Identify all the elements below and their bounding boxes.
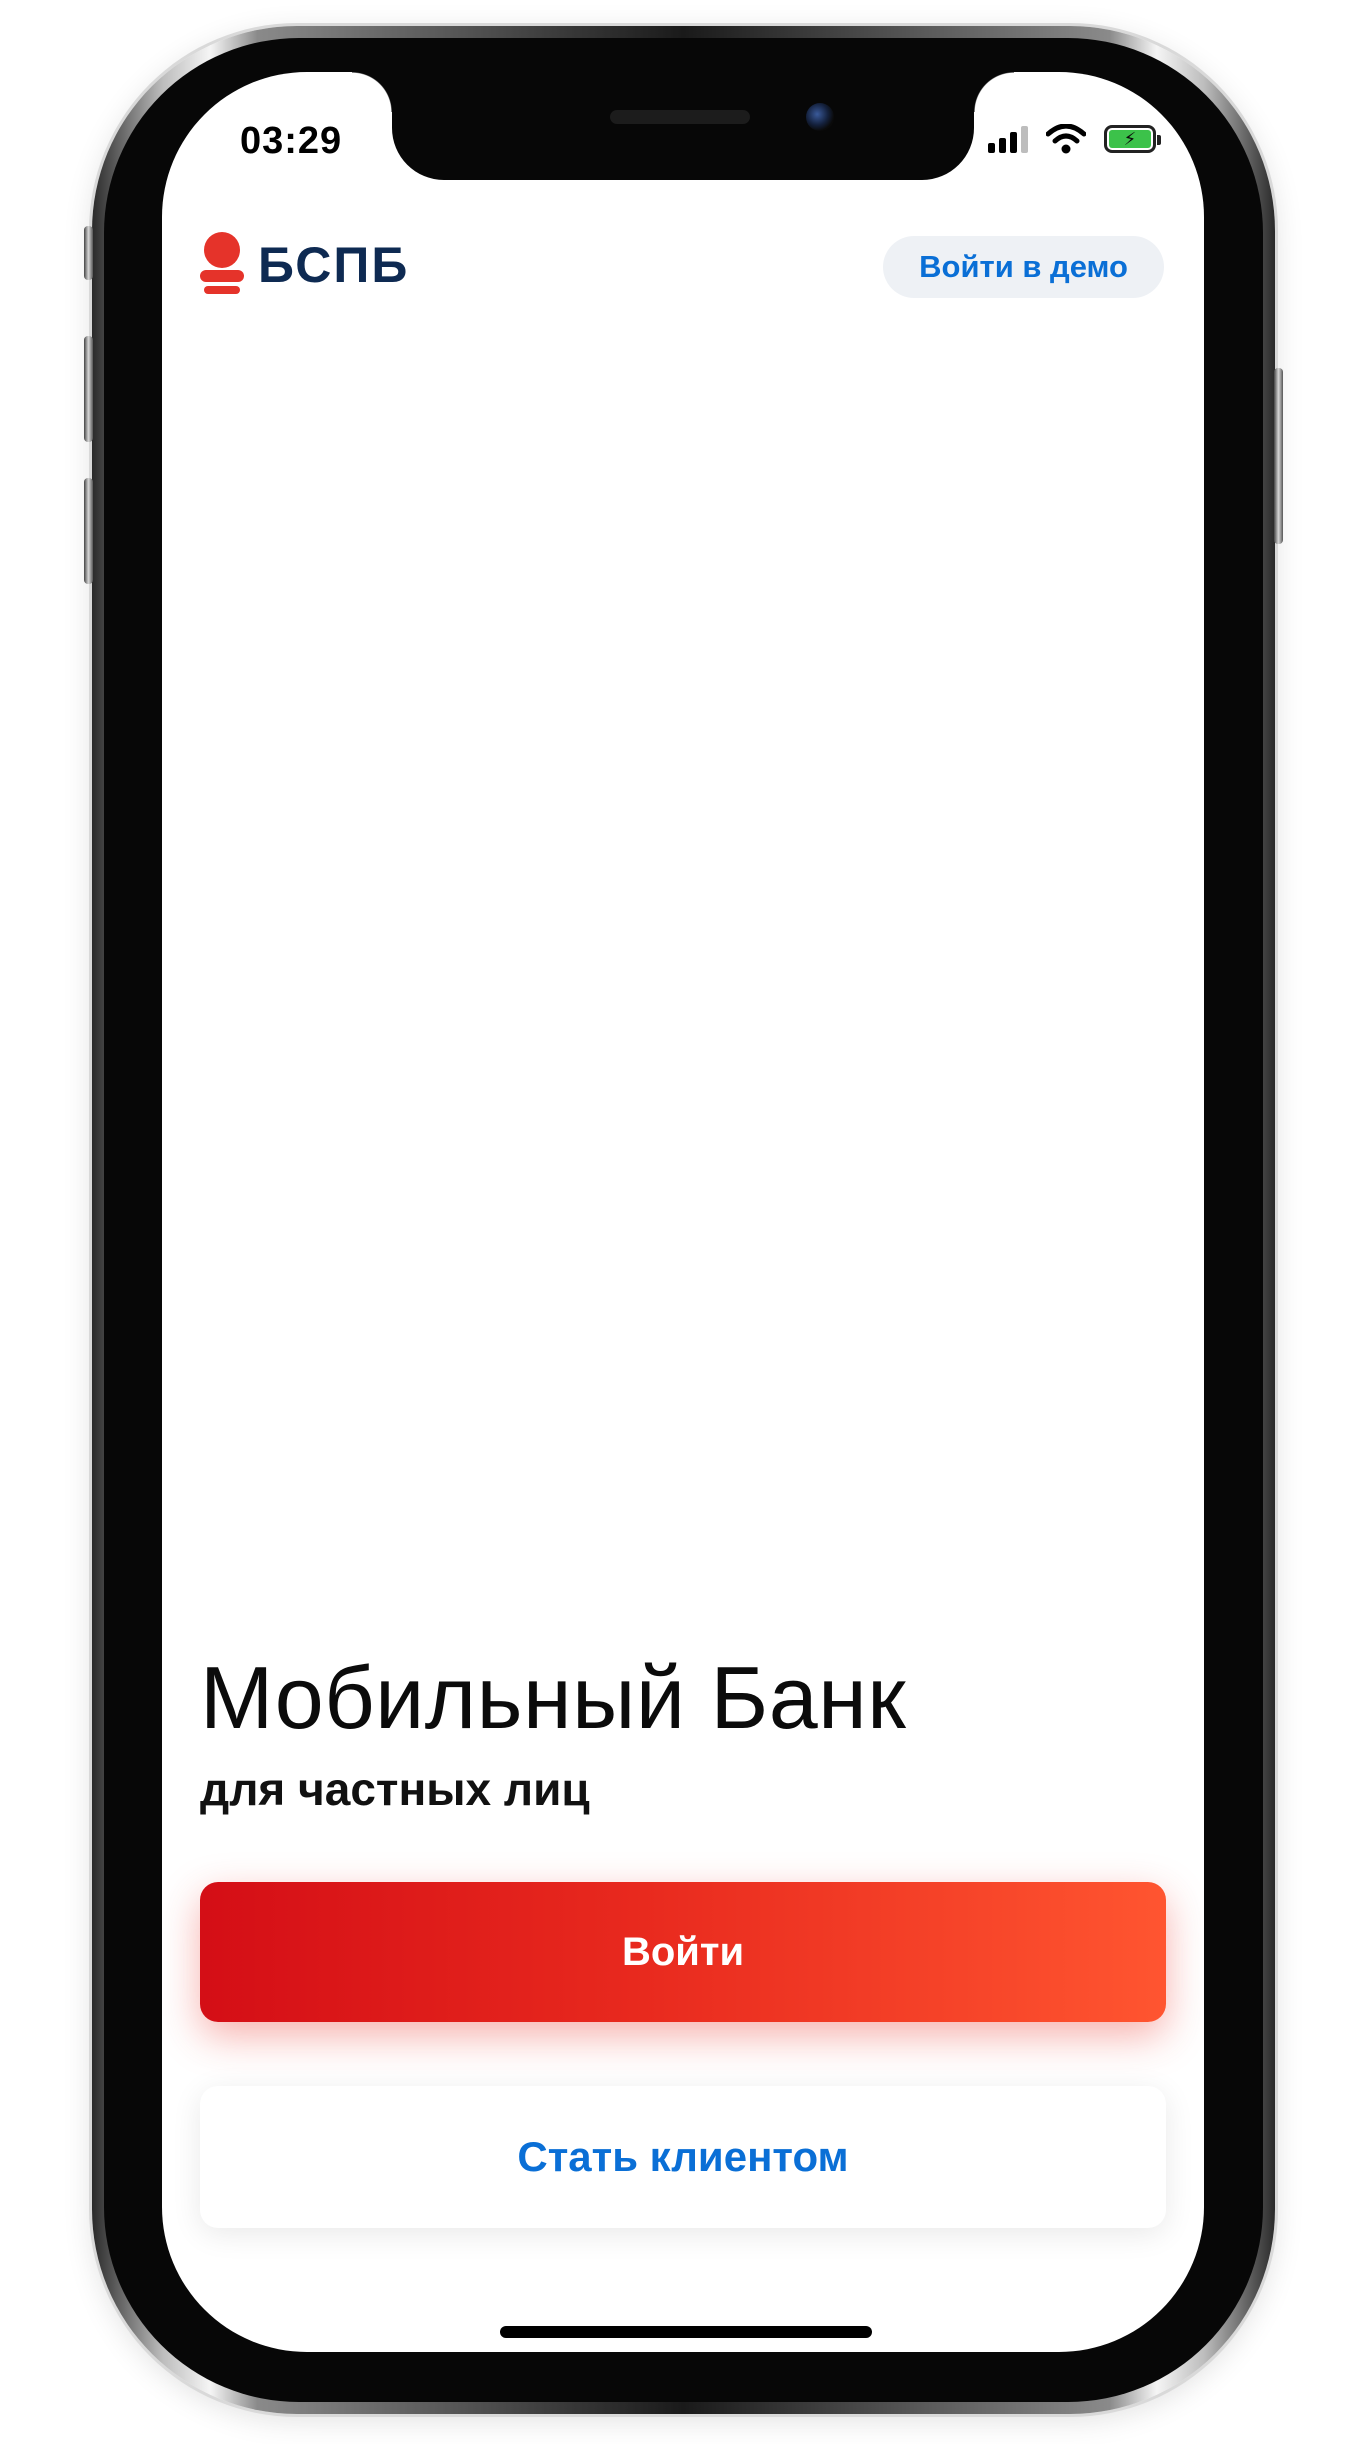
page-subtitle: для частных лиц	[200, 1763, 590, 1815]
battery-charging-icon: ⚡	[1104, 125, 1161, 153]
status-time: 03:29	[240, 120, 343, 162]
battery-level: ⚡	[1109, 130, 1151, 148]
login-button[interactable]: Войти	[200, 1882, 1166, 2022]
speaker-grille	[610, 110, 750, 124]
silent-switch	[84, 226, 93, 280]
app-screen: 03:29 ⚡ БСПБ Войти в демо Мобильный Банк…	[162, 72, 1204, 2352]
charging-bolt-icon: ⚡	[1123, 129, 1137, 149]
logo-text: БСПБ	[258, 237, 410, 293]
volume-up-button	[84, 336, 93, 442]
demo-login-button[interactable]: Войти в демо	[883, 236, 1164, 298]
cellular-signal-icon	[988, 125, 1028, 153]
page-title: Мобильный Банк	[200, 1648, 907, 1747]
logo-mark-icon	[200, 232, 244, 298]
home-indicator[interactable]	[500, 2326, 872, 2338]
become-client-button[interactable]: Стать клиентом	[200, 2086, 1166, 2228]
front-camera	[806, 103, 834, 131]
status-icons: ⚡	[988, 124, 1161, 154]
bank-logo: БСПБ	[200, 232, 409, 298]
volume-down-button	[84, 478, 93, 584]
power-button	[1274, 368, 1283, 544]
notch	[352, 72, 1014, 180]
wifi-icon	[1046, 124, 1086, 154]
